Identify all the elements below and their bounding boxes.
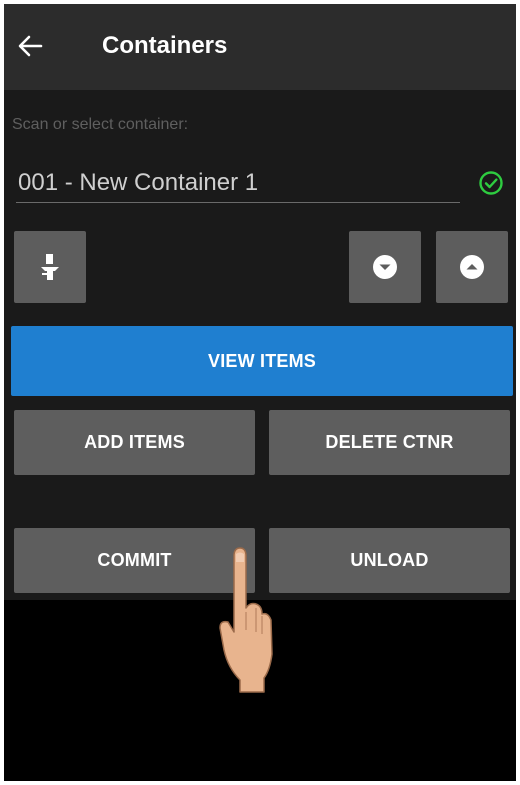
scan-button[interactable] [14, 231, 86, 303]
unload-button[interactable]: UNLOAD [269, 528, 510, 593]
main-content: Scan or select container: 001 - New Cont… [4, 90, 516, 600]
app-bar: Containers [4, 4, 516, 90]
container-field[interactable] [16, 164, 460, 203]
page-title: Containers [102, 32, 228, 59]
chevron-up-circle-icon [460, 255, 484, 279]
back-button[interactable] [10, 26, 50, 66]
arrow-left-icon [18, 35, 43, 57]
pointing-hand-icon [219, 547, 273, 693]
delete-container-button[interactable]: DELETE CTNR [269, 410, 510, 475]
chevron-down-circle-icon [373, 255, 397, 279]
add-items-button[interactable]: ADD ITEMS [14, 410, 255, 475]
previous-container-button[interactable] [349, 231, 421, 303]
scan-label: Scan or select container: [12, 116, 189, 133]
check-circle-icon [479, 171, 503, 195]
next-container-button[interactable] [436, 231, 508, 303]
view-items-button[interactable]: VIEW ITEMS [11, 326, 513, 396]
barcode-scanner-icon [41, 254, 59, 280]
screen: Containers Scan or select container: 001… [4, 4, 516, 781]
